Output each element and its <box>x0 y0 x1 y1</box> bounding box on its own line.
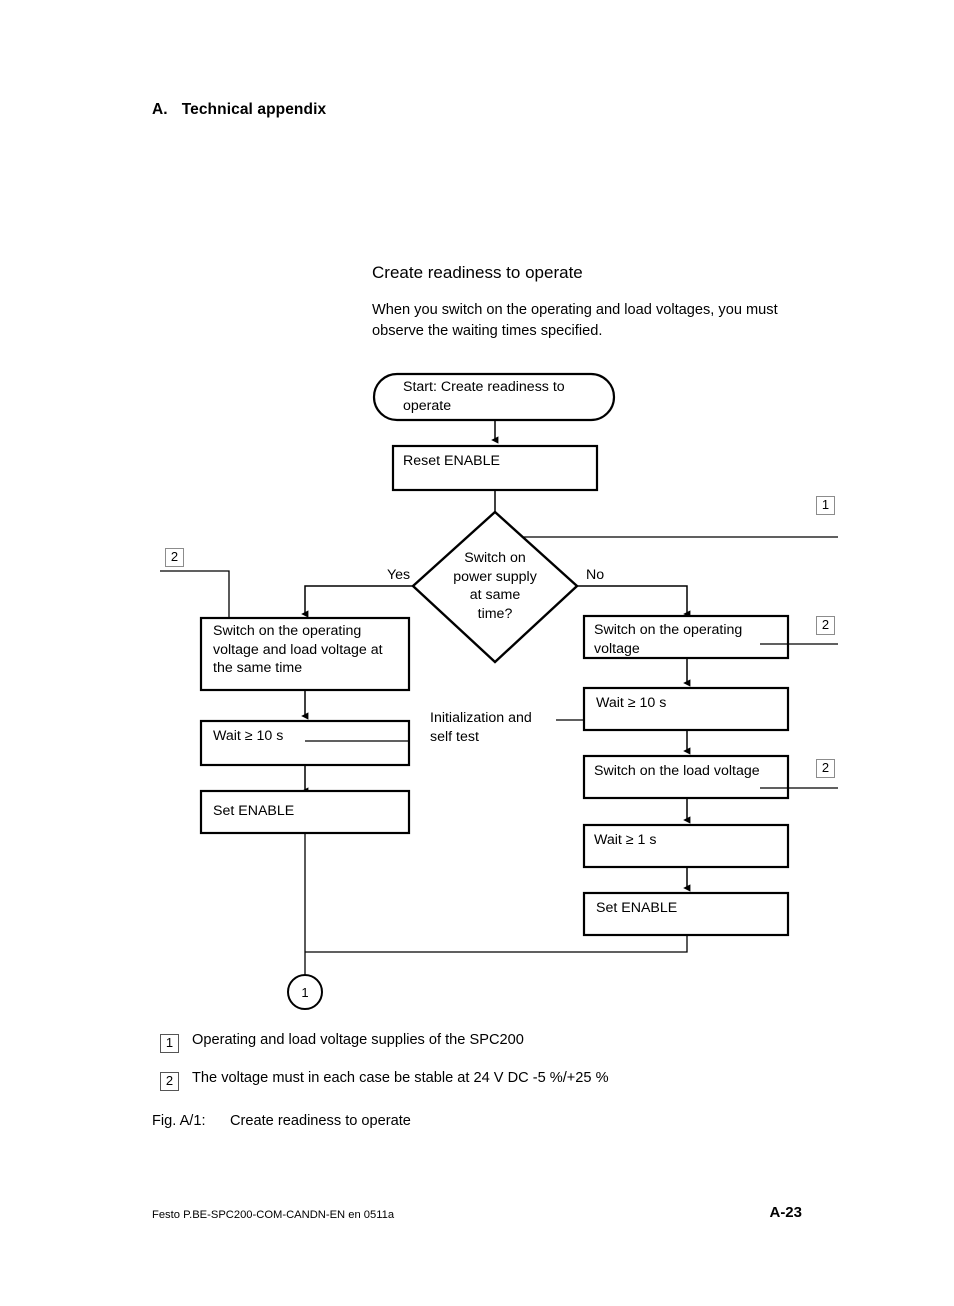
callout-marker-2-operating-voltage: 2 <box>816 616 835 635</box>
figure-caption-text: Create readiness to operate <box>230 1113 411 1129</box>
figure-caption: Fig. A/1: Create readiness to operate <box>152 1113 411 1129</box>
legend-number-2: 2 <box>160 1072 179 1091</box>
legend-text-2: The voltage must in each case be stable … <box>192 1070 609 1086</box>
flow-node-decision: Switch on power supply at same time? <box>453 550 537 622</box>
legend-item-1: 1 Operating and load voltage supplies of … <box>160 1032 524 1053</box>
flow-connector-circle-label: 1 <box>301 985 309 1000</box>
callout-marker-1-decision: 1 <box>816 496 835 515</box>
flow-node-right-4: Wait ≥ 1 s <box>594 832 657 848</box>
flow-node-start: Start: Create readiness to operate <box>403 379 565 414</box>
flow-node-left-1: Switch on the operating voltage and load… <box>213 623 383 676</box>
branch-label-no: No <box>586 567 605 583</box>
branch-label-yes: Yes <box>387 567 411 583</box>
flowchart-diagram: Start: Create readiness to operate Reset… <box>0 0 954 1306</box>
document-page: A. Technical appendix Create readiness to… <box>0 0 954 1306</box>
flow-node-right-3: Switch on the load voltage <box>594 763 760 779</box>
legend-text-1: Operating and load voltage supplies of t… <box>192 1032 524 1048</box>
legend-number-1: 1 <box>160 1034 179 1053</box>
callout-marker-2-load-voltage: 2 <box>816 759 835 778</box>
flow-node-right-5: Set ENABLE <box>596 900 678 916</box>
flow-node-left-2: Wait ≥ 10 s <box>213 728 284 744</box>
footer-document-id: Festo P.BE-SPC200-COM-CANDN-EN en 0511a <box>152 1209 395 1221</box>
figure-caption-label: Fig. A/1: <box>152 1113 206 1129</box>
flow-node-right-1: Switch on the operating voltage <box>594 622 743 657</box>
annotation-initialization-self-test: Initialization and self test <box>430 710 532 745</box>
flow-node-right-2: Wait ≥ 10 s <box>596 695 667 711</box>
legend-item-2: 2 The voltage must in each case be stable… <box>160 1070 609 1091</box>
callout-marker-2-left: 2 <box>165 548 184 567</box>
flow-node-reset-enable: Reset ENABLE <box>403 453 500 469</box>
footer-page-number: A-23 <box>769 1204 802 1221</box>
flow-node-left-3: Set ENABLE <box>213 803 295 819</box>
